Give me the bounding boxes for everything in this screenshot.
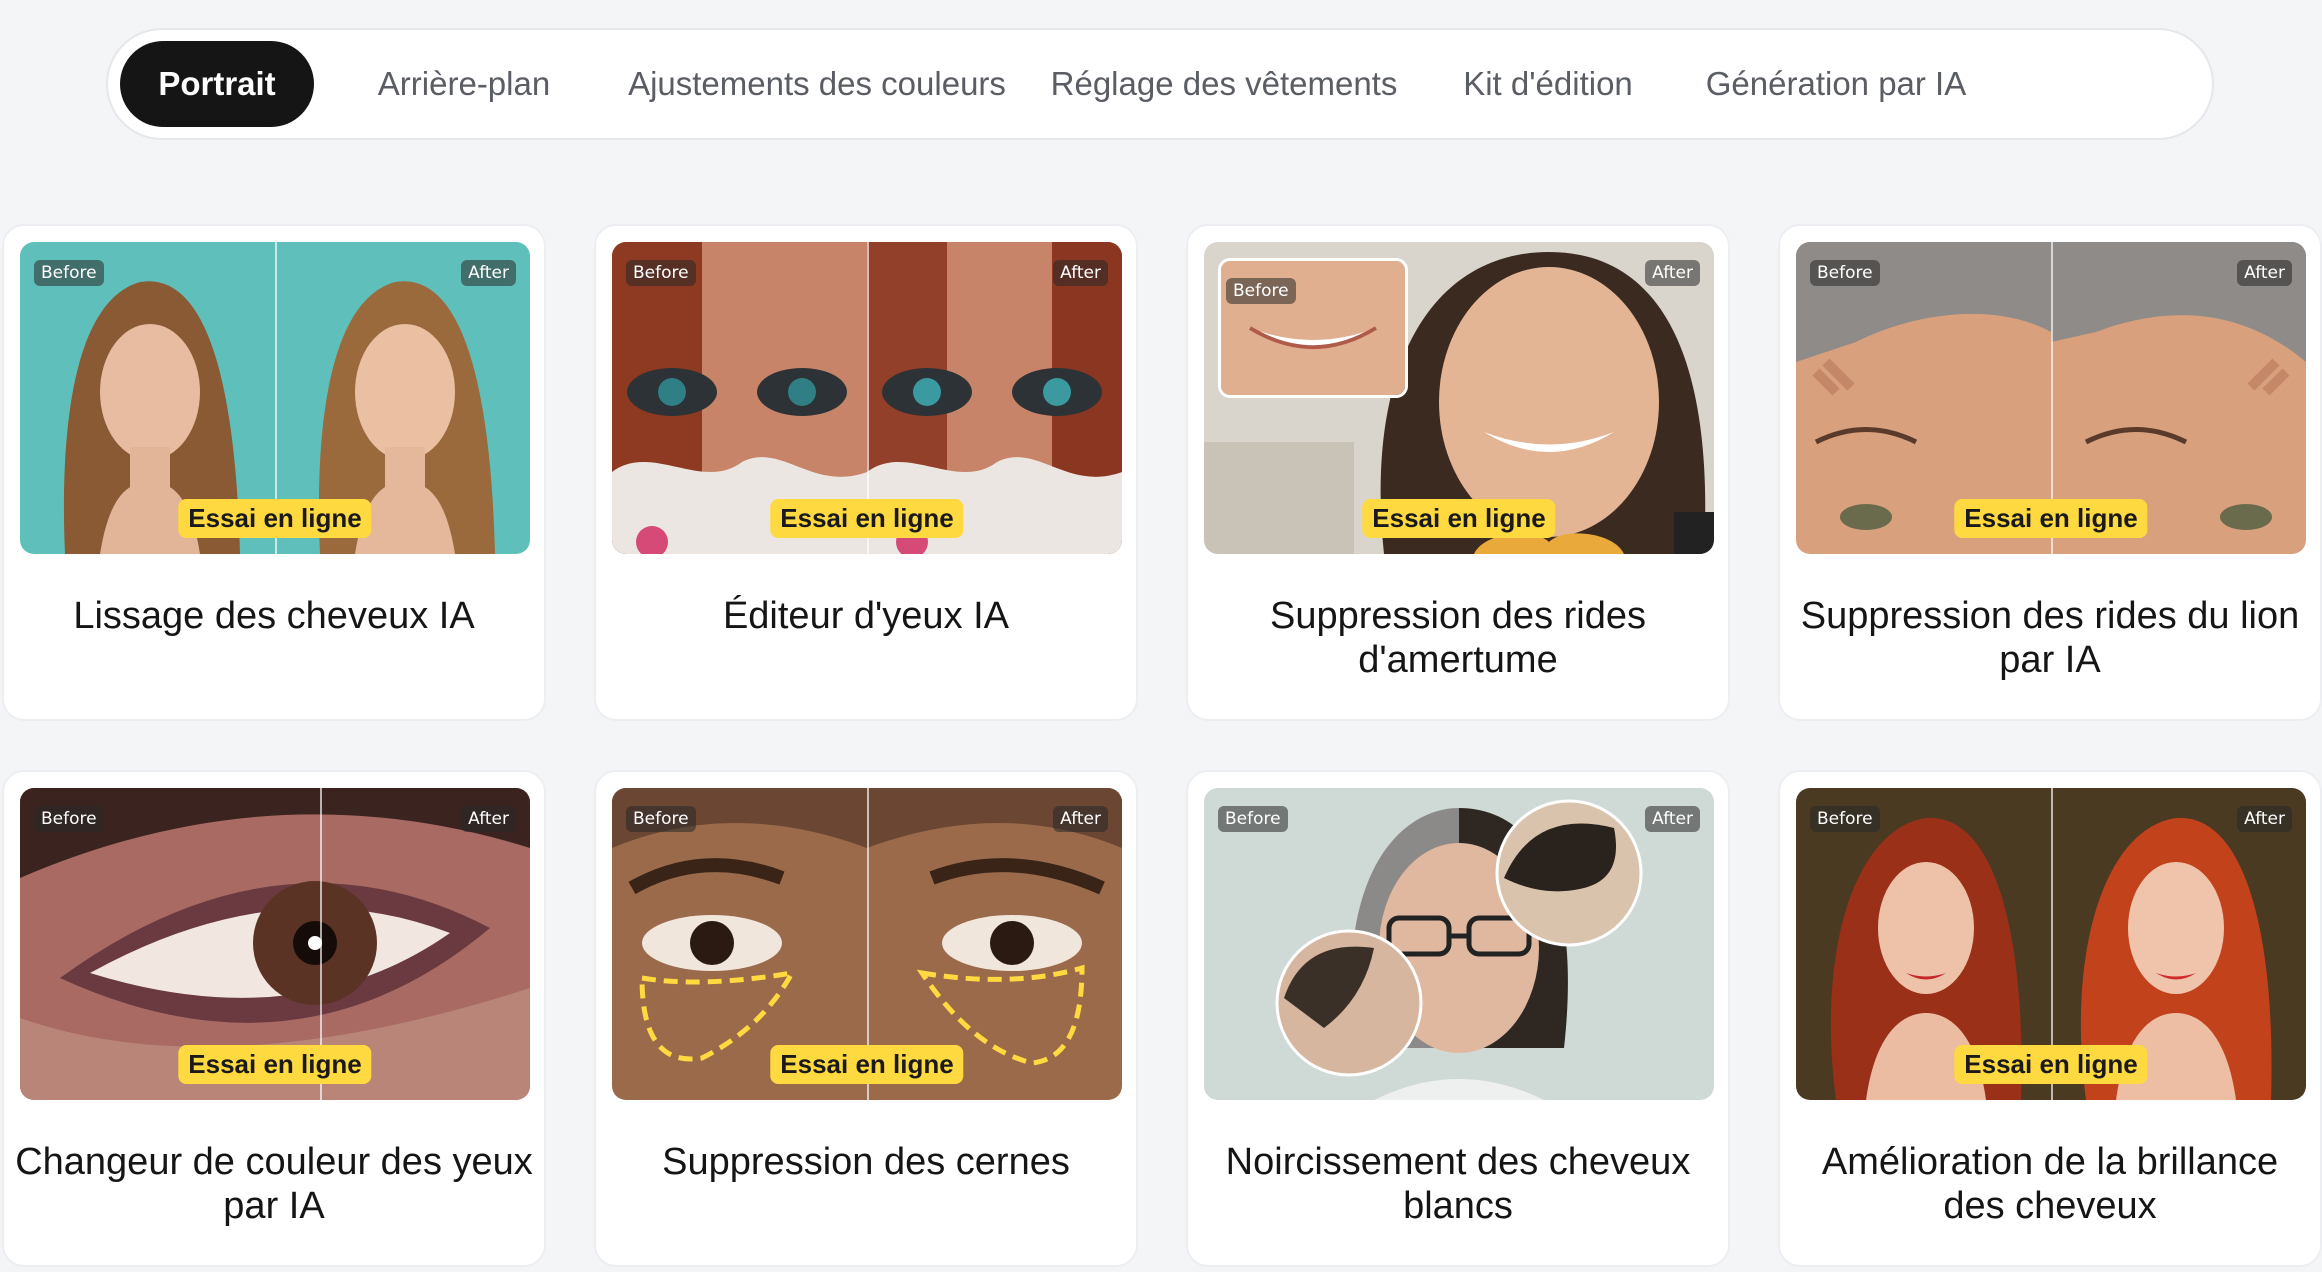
category-tab-bar: Portrait Arrière-plan Ajustements des co…	[106, 28, 2214, 140]
tool-card-marionette-lines[interactable]: Before After Essai en ligne Suppression …	[1186, 224, 1730, 721]
after-label: After	[1645, 260, 1700, 286]
tool-card-eye-editor[interactable]: Before After Essai en ligne Éditeur d'ye…	[594, 224, 1138, 721]
tab-editing-kit[interactable]: Kit d'édition	[1428, 41, 1668, 127]
card-title: Lissage des cheveux IA	[73, 595, 475, 637]
try-online-badge[interactable]: Essai en ligne	[178, 499, 372, 538]
card-thumbnail: Before After Essai en ligne	[1796, 242, 2306, 554]
before-label: Before	[1810, 806, 1880, 832]
before-label: Before	[626, 260, 696, 286]
before-label: Before	[1226, 278, 1296, 304]
card-title: Changeur de couleur des yeux par IA	[15, 1141, 533, 1227]
card-title: Suppression des rides d'amertume	[1270, 595, 1646, 681]
tab-ai-generation[interactable]: Génération par IA	[1668, 41, 2004, 127]
after-label: After	[2237, 806, 2292, 832]
card-thumbnail: Before After Essai en ligne	[20, 242, 530, 554]
try-online-badge[interactable]: Essai en ligne	[178, 1045, 372, 1084]
after-label: After	[461, 260, 516, 286]
tab-color-adjustments[interactable]: Ajustements des couleurs	[614, 41, 1020, 127]
after-label: After	[1053, 260, 1108, 286]
tool-card-white-hair-darkening[interactable]: Before After Noircissement des cheveux b…	[1186, 770, 1730, 1267]
after-label: After	[2237, 260, 2292, 286]
tab-clothing-adjustment[interactable]: Réglage des vêtements	[1020, 41, 1428, 127]
before-label: Before	[34, 806, 104, 832]
card-title: Éditeur d'yeux IA	[722, 595, 1010, 637]
card-thumbnail: Before After Essai en ligne	[20, 788, 530, 1100]
try-online-badge[interactable]: Essai en ligne	[1954, 1045, 2148, 1084]
tool-card-dark-circles-removal[interactable]: Before After Essai en ligne Suppression …	[594, 770, 1138, 1267]
after-label: After	[1645, 806, 1700, 832]
card-thumbnail: Before After Essai en ligne	[612, 242, 1122, 554]
tool-card-eye-color-changer[interactable]: Before After Essai en ligne Changeur de …	[2, 770, 546, 1267]
tool-card-hair-smoothing[interactable]: Before After Essai en ligne Lissage des …	[2, 224, 546, 721]
after-label: After	[461, 806, 516, 832]
card-thumbnail: Before After	[1204, 788, 1714, 1100]
card-thumbnail: Before After Essai en ligne	[1204, 242, 1714, 554]
before-label: Before	[626, 806, 696, 832]
try-online-badge[interactable]: Essai en ligne	[1362, 499, 1556, 538]
card-thumbnail: Before After Essai en ligne	[612, 788, 1122, 1100]
before-label: Before	[1218, 806, 1288, 832]
card-title: Suppression des rides du lion par IA	[1800, 595, 2300, 681]
try-online-badge[interactable]: Essai en ligne	[1954, 499, 2148, 538]
after-label: After	[1053, 806, 1108, 832]
card-thumbnail: Before After Essai en ligne	[1796, 788, 2306, 1100]
card-title: Amélioration de la brillance des cheveux	[1821, 1141, 2279, 1227]
card-title: Noircissement des cheveux blancs	[1225, 1141, 1691, 1227]
try-online-badge[interactable]: Essai en ligne	[770, 1045, 964, 1084]
tool-card-hair-shine-enhancement[interactable]: Before After Essai en ligne Amélioration…	[1778, 770, 2322, 1267]
tool-card-frown-lines[interactable]: Before After Essai en ligne Suppression …	[1778, 224, 2322, 721]
before-label: Before	[34, 260, 104, 286]
tab-background[interactable]: Arrière-plan	[314, 41, 614, 127]
try-online-badge[interactable]: Essai en ligne	[770, 499, 964, 538]
tab-portrait[interactable]: Portrait	[120, 41, 314, 127]
before-label: Before	[1810, 260, 1880, 286]
card-title: Suppression des cernes	[662, 1141, 1070, 1183]
